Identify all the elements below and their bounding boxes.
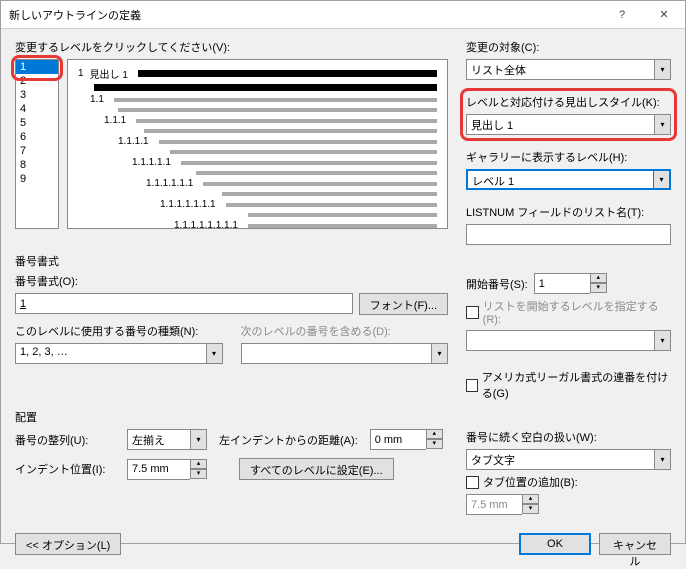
start-num-spin[interactable]: ▴▾	[534, 273, 607, 294]
chevron-down-icon: ▾	[431, 343, 448, 364]
gallery-label: ギャラリーに表示するレベル(H):	[466, 149, 671, 165]
num-format-label: 番号書式(O):	[15, 273, 448, 289]
chevron-down-icon: ▾	[206, 343, 223, 364]
level-item[interactable]: 8	[16, 158, 58, 172]
level-item[interactable]: 3	[16, 88, 58, 102]
title: 新しいアウトラインの定義	[9, 7, 141, 23]
cancel-button[interactable]: キャンセル	[599, 533, 671, 555]
alignment-section: 配置	[15, 409, 671, 425]
chevron-up-icon: ▴	[522, 494, 539, 504]
chevron-down-icon[interactable]: ▾	[426, 439, 443, 449]
reset-level-checkbox[interactable]	[466, 306, 479, 319]
num-align-label: 番号の整列(U):	[15, 432, 115, 448]
chevron-down-icon: ▾	[654, 59, 671, 80]
level-item[interactable]: 6	[16, 130, 58, 144]
level-item[interactable]: 1	[16, 60, 58, 74]
listnum-input[interactable]	[466, 224, 671, 245]
legal-label: アメリカ式リーガル書式の連番を付ける(G)	[482, 369, 671, 401]
scope-combo[interactable]: リスト全体▾	[466, 59, 671, 80]
indent-pos-spin[interactable]: ▴▾	[127, 459, 227, 480]
chevron-down-icon: ▾	[654, 114, 671, 135]
font-button[interactable]: フォント(F)...	[359, 293, 448, 315]
options-button[interactable]: << オプション(L)	[15, 533, 121, 555]
chevron-up-icon[interactable]: ▴	[190, 459, 207, 469]
chevron-down-icon: ▾	[522, 504, 539, 514]
level-item[interactable]: 5	[16, 116, 58, 130]
include-prev-combo: ▾	[241, 343, 449, 364]
chevron-down-icon[interactable]: ▾	[590, 283, 607, 293]
chevron-down-icon: ▾	[190, 429, 207, 450]
chevron-down-icon: ▾	[654, 449, 671, 470]
num-kind-combo[interactable]: 1, 2, 3, …▾	[15, 343, 223, 364]
style-combo[interactable]: 見出し 1▾	[466, 114, 671, 135]
chevron-down-icon[interactable]: ▾	[190, 469, 207, 479]
level-item[interactable]: 4	[16, 102, 58, 116]
num-kind-label: このレベルに使用する番号の種類(N):	[15, 323, 223, 339]
reset-level-combo: ▾	[466, 330, 671, 351]
num-format-section: 番号書式	[15, 253, 671, 269]
add-tab-checkbox[interactable]	[466, 476, 479, 489]
close-button[interactable]: ✕	[643, 1, 685, 28]
space-after-label: 番号に続く空白の扱い(W):	[466, 429, 671, 445]
levels-list[interactable]: 1 2 3 4 5 6 7 8 9	[15, 59, 59, 229]
chevron-up-icon[interactable]: ▴	[426, 429, 443, 439]
level-item[interactable]: 9	[16, 172, 58, 186]
apply-all-button[interactable]: すべてのレベルに設定(E)...	[239, 458, 394, 480]
tab-spin: ▴▾	[466, 494, 671, 515]
space-after-combo[interactable]: タブ文字▾	[466, 449, 671, 470]
include-prev-label: 次のレベルの番号を含める(D):	[241, 323, 449, 339]
chevron-down-icon: ▾	[653, 170, 670, 189]
dialog: 新しいアウトラインの定義 ? ✕ 変更するレベルをクリックしてください(V): …	[0, 0, 686, 544]
levels-label: 変更するレベルをクリックしてください(V):	[15, 39, 448, 55]
listnum-label: LISTNUM フィールドのリスト名(T):	[466, 204, 671, 220]
level-item[interactable]: 2	[16, 74, 58, 88]
num-align-combo[interactable]: 左揃え▾	[127, 429, 207, 450]
reset-level-label: リストを開始するレベルを指定する(R):	[483, 298, 671, 326]
left-indent-label: 左インデントからの距離(A):	[219, 432, 358, 448]
indent-pos-label: インデント位置(I):	[15, 461, 115, 477]
legal-checkbox[interactable]	[466, 379, 478, 392]
preview-pane: 1見出し 11.11.1.11.1.1.11.1.1.1.11.1.1.1.1.…	[67, 59, 448, 229]
chevron-up-icon[interactable]: ▴	[590, 273, 607, 283]
ok-button[interactable]: OK	[519, 533, 591, 555]
level-item[interactable]: 7	[16, 144, 58, 158]
left-indent-spin[interactable]: ▴▾	[370, 429, 443, 450]
chevron-down-icon: ▾	[654, 330, 671, 351]
help-button[interactable]: ?	[601, 1, 643, 28]
scope-label: 変更の対象(C):	[466, 39, 671, 55]
style-label: レベルと対応付ける見出しスタイル(K):	[466, 94, 671, 110]
add-tab-label: タブ位置の追加(B):	[483, 474, 578, 490]
titlebar: 新しいアウトラインの定義 ? ✕	[1, 1, 685, 29]
num-format-input[interactable]	[15, 293, 353, 314]
gallery-combo[interactable]: レベル 1▾	[466, 169, 671, 190]
start-num-label: 開始番号(S):	[466, 276, 528, 292]
